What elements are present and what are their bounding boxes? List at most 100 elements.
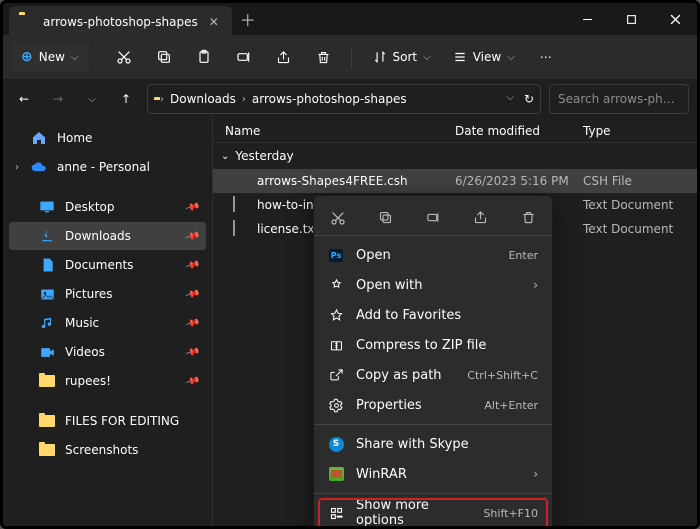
sidebar-item-videos[interactable]: Videos📌 — [9, 338, 206, 366]
context-item-open-with[interactable]: Open with› — [314, 270, 552, 300]
context-item-copy-as-path[interactable]: Copy as pathCtrl+Shift+C — [314, 360, 552, 390]
sort-label: Sort — [393, 50, 418, 64]
context-item-hint: Alt+Enter — [484, 399, 538, 412]
breadcrumb-current[interactable]: arrows-photoshop-shapes — [252, 92, 407, 106]
context-item-label: Copy as path — [356, 368, 455, 383]
column-name[interactable]: Name — [213, 124, 443, 138]
column-headers[interactable]: Name Date modified Type — [213, 119, 697, 143]
chevron-down-icon[interactable]: ⌵ — [506, 92, 514, 106]
desktop-icon — [39, 199, 55, 215]
sidebar-item-label: Documents — [65, 258, 133, 272]
copy-button[interactable] — [147, 42, 181, 72]
menu-divider — [314, 493, 552, 494]
sidebar-item-label: FILES FOR EDITING — [65, 414, 179, 428]
paste-button[interactable] — [187, 42, 221, 72]
address-bar[interactable]: › Downloads › arrows-photoshop-shapes ⌵ … — [147, 84, 541, 114]
context-item-share-with-skype[interactable]: S Share with Skype — [314, 429, 552, 459]
group-header[interactable]: ⌄ Yesterday — [213, 143, 697, 169]
window-close-button[interactable] — [653, 3, 697, 35]
sidebar-item-home[interactable]: Home — [9, 124, 206, 152]
pin-icon: 📌 — [184, 373, 200, 389]
close-tab-icon[interactable]: ✕ — [206, 14, 222, 30]
new-tab-button[interactable]: ＋ — [232, 3, 264, 35]
file-row[interactable]: arrows-Shapes4FREE.csh6/26/2023 5:16 PMC… — [213, 169, 697, 193]
cloud-icon — [31, 159, 47, 175]
new-button[interactable]: ⊕ New ⌵ — [11, 42, 89, 72]
rename-button[interactable] — [227, 42, 261, 72]
group-label: Yesterday — [235, 149, 293, 163]
sidebar-item-onedrive[interactable]: › anne - Personal — [9, 153, 206, 181]
pin-icon: 📌 — [184, 228, 200, 244]
window-maximize-button[interactable] — [609, 3, 653, 35]
pin-icon: 📌 — [184, 257, 200, 273]
sidebar-item-desktop[interactable]: Desktop📌 — [9, 193, 206, 221]
sidebar-item-screenshots[interactable]: Screenshots — [9, 436, 206, 464]
context-item-add-to-favorites[interactable]: Add to Favorites — [314, 300, 552, 330]
pin-icon: 📌 — [184, 315, 200, 331]
refresh-button[interactable]: ↻ — [524, 92, 534, 106]
file-date: 6/26/2023 5:16 PM — [455, 174, 583, 188]
delete-icon[interactable] — [518, 208, 538, 228]
sort-button[interactable]: Sort ⌵ — [365, 42, 439, 72]
window-tab[interactable]: arrows-photoshop-shapes ✕ — [9, 6, 232, 38]
context-item-label: Compress to ZIP file — [356, 338, 538, 353]
search-input[interactable]: Search arrows-pho… — [549, 84, 689, 114]
pictures-icon — [39, 286, 55, 302]
more-button[interactable]: ⋯ — [529, 42, 563, 72]
column-date[interactable]: Date modified — [443, 124, 571, 138]
sidebar-item-documents[interactable]: Documents 📌 — [9, 251, 206, 279]
folder-icon — [39, 373, 55, 389]
breadcrumb-downloads[interactable]: Downloads — [170, 92, 236, 106]
chevron-right-icon: › — [533, 467, 538, 481]
file-type: CSH File — [583, 174, 697, 188]
search-placeholder: Search arrows-pho… — [558, 92, 680, 106]
chevron-right-icon[interactable]: › — [15, 162, 19, 173]
downloads-icon — [39, 228, 55, 244]
back-button[interactable]: ← — [11, 86, 37, 112]
command-bar: ⊕ New ⌵ Sort ⌵ View ⌵ ⋯ — [3, 35, 697, 79]
up-button[interactable]: ↑ — [113, 86, 139, 112]
sidebar-item-label: Pictures — [65, 287, 113, 301]
documents-icon — [39, 257, 55, 273]
pin-icon: 📌 — [184, 344, 200, 360]
zip-icon — [328, 337, 344, 353]
sidebar-item-music[interactable]: Music📌 — [9, 309, 206, 337]
window-minimize-button[interactable] — [565, 3, 609, 35]
sidebar-item-rupees-[interactable]: rupees! 📌 — [9, 367, 206, 395]
sidebar-item-label: anne - Personal — [57, 160, 150, 174]
delete-button[interactable] — [307, 42, 341, 72]
file-type: Text Document — [583, 222, 697, 236]
skype-icon: S — [328, 436, 344, 452]
context-item-compress-to-zip-file[interactable]: Compress to ZIP file — [314, 330, 552, 360]
recent-button[interactable]: ⌵ — [79, 86, 105, 112]
cut-button[interactable] — [107, 42, 141, 72]
copy-icon[interactable] — [376, 208, 396, 228]
view-button[interactable]: View ⌵ — [445, 42, 523, 72]
context-item-winrar[interactable]: WinRAR› — [314, 459, 552, 489]
ps-icon: Ps — [328, 247, 344, 263]
home-icon — [31, 130, 47, 146]
cut-icon[interactable] — [328, 208, 348, 228]
pin-icon: 📌 — [184, 199, 200, 215]
sidebar-item-label: rupees! — [65, 374, 111, 388]
context-item-hint: Shift+F10 — [483, 507, 538, 520]
context-item-label: Share with Skype — [356, 437, 538, 452]
videos-icon — [39, 344, 55, 360]
context-item-properties[interactable]: Properties Alt+Enter — [314, 390, 552, 420]
share-icon[interactable] — [471, 208, 491, 228]
sidebar-item-downloads[interactable]: Downloads📌 — [9, 222, 206, 250]
column-type[interactable]: Type — [571, 124, 697, 138]
context-item-open[interactable]: PsOpenEnter — [314, 240, 552, 270]
sidebar-item-files-for-editing[interactable]: FILES FOR EDITING — [9, 407, 206, 435]
share-button[interactable] — [267, 42, 301, 72]
pin-icon: 📌 — [184, 286, 200, 302]
forward-button[interactable]: → — [45, 86, 71, 112]
sidebar-item-pictures[interactable]: Pictures 📌 — [9, 280, 206, 308]
context-item-hint: Enter — [508, 249, 538, 262]
sidebar-item-label: Home — [57, 131, 92, 145]
file-icon — [233, 173, 249, 189]
rename-icon[interactable] — [423, 208, 443, 228]
context-item-label: Properties — [356, 398, 472, 413]
chevron-down-icon: ⌵ — [71, 52, 79, 63]
context-item-show-more[interactable]: Show more options Shift+F10 — [318, 498, 548, 528]
